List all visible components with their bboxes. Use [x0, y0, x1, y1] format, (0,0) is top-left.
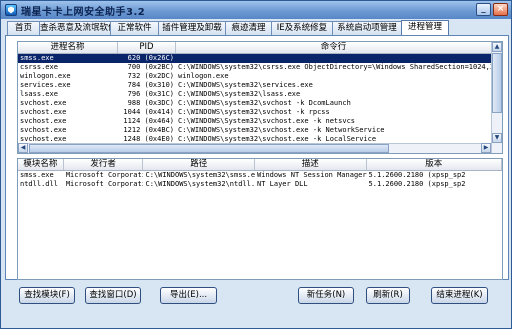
table-cell: 5.1.2600.2180 (xpsp_sp2 [368, 171, 466, 179]
window-title: 瑞星卡卡上网安全助手3.2 [21, 6, 146, 18]
tab-0[interactable]: 首页 [7, 21, 40, 35]
tab-2[interactable]: 正常软件 [110, 21, 159, 35]
tab-3[interactable]: 插件管理及卸载 [158, 21, 226, 35]
process-row[interactable]: winlogon.exe 732 (0x2DC) winlogon.exe [18, 72, 502, 81]
table-cell: 1212 (0x4BC) [123, 126, 174, 134]
find-window-button[interactable]: 查找窗口(D) [85, 287, 141, 304]
process-row[interactable]: svchost.exe1932 (0x78C)C:\WINDOWS\system… [18, 153, 502, 154]
scroll-left-arrow-icon[interactable]: ◀ [18, 143, 28, 153]
export-button[interactable]: 导出(E)... [160, 287, 217, 304]
process-row[interactable]: svchost.exe 1044 (0x414) C:\WINDOWS\system… [18, 108, 502, 117]
table-cell [176, 54, 492, 63]
scroll-thumb[interactable] [29, 144, 389, 153]
table-cell: 1044 (0x414) [123, 108, 174, 116]
table-cell: 620 (0x26C) [127, 54, 174, 62]
table-cell: C:\WINDOWS\system32\svchost -k DcomLaunc… [178, 99, 351, 107]
tab-7[interactable]: 进程管理 [401, 20, 449, 35]
table-cell: svchost.exe [20, 99, 67, 107]
scroll-right-arrow-icon[interactable]: ▶ [481, 143, 491, 153]
table-cell: C:\WINDOWS\system32\smss.exe [145, 171, 256, 179]
process-list-hscroll[interactable]: ◀ ▶ [18, 143, 491, 153]
end-process-button[interactable]: 结束进程(K) [431, 287, 488, 304]
table-cell: lsass.exe [20, 90, 58, 98]
column-header[interactable]: 版本 [367, 159, 502, 170]
table-cell: 796 (0x31C) [127, 90, 174, 98]
minimize-button[interactable]: _ [476, 3, 491, 16]
tab-6[interactable]: 系统启动项管理 [332, 21, 402, 35]
table-cell: C:\WINDOWS\system32\csrss.exe ObjectDire… [178, 63, 492, 71]
table-cell: Microsoft Corporation [65, 180, 144, 188]
module-list-body: smss.exe Microsoft CorporationC:\WINDOWS\… [18, 171, 502, 189]
module-list[interactable]: 模块名称 发行者 路径 描述 版本 smss.exe Microsoft Corporat… [17, 158, 503, 280]
process-row[interactable]: csrss.exe 700 (0x2BC) C:\WINDOWS\system32\… [18, 63, 502, 72]
table-cell: C:\WINDOWS\system32\svchost.exe -k imgsv… [176, 153, 492, 154]
column-header[interactable]: 命令行 [176, 42, 492, 53]
table-cell: 988 (0x3DC) [127, 99, 174, 107]
process-list-body: smss.exe 620 (0x26C) csrss.exe 700 (0x2BC) C… [18, 54, 502, 154]
table-cell: C:\WINDOWS\system32\services.exe [178, 81, 313, 89]
table-cell: services.exe [20, 81, 71, 89]
process-list-vscroll[interactable]: ▲ ▼ [491, 42, 502, 153]
app-logo-icon [5, 4, 17, 16]
table-cell: smss.exe [20, 171, 54, 179]
table-cell: csrss.exe [20, 63, 58, 71]
table-cell: 1124 (0x464) [123, 117, 174, 125]
process-row[interactable]: services.exe 784 (0x310) C:\WINDOWS\system… [18, 81, 502, 90]
new-task-button[interactable]: 新任务(N) [298, 287, 354, 304]
app-window: 瑞星卡卡上网安全助手3.2 _ × 首页 查杀恶意及流氓软件 正常软件 插件管理及卸载… [0, 0, 512, 329]
scroll-thumb[interactable] [492, 53, 502, 113]
module-row[interactable]: smss.exe Microsoft CorporationC:\WINDOWS\… [18, 171, 502, 180]
process-row[interactable]: smss.exe 620 (0x26C) [18, 54, 502, 63]
find-module-button[interactable]: 查找模块(F) [19, 287, 75, 304]
table-cell: C:\WINDOWS\system32\svchost.exe -k Netwo… [178, 126, 385, 134]
column-header[interactable]: 模块名称 [18, 159, 64, 170]
process-list-header: 进程名称 PID 命令行 [18, 42, 502, 54]
scroll-up-arrow-icon[interactable]: ▲ [492, 42, 502, 52]
scroll-down-arrow-icon[interactable]: ▼ [492, 133, 502, 143]
table-cell: C:\WINDOWS\system32\lsass.exe [178, 90, 301, 98]
tab-bar: 首页 查杀恶意及流氓软件 正常软件 插件管理及卸载 痕迹清理 IE及系统修复 系统启动项管理… [7, 20, 507, 35]
close-button[interactable]: × [493, 3, 508, 16]
table-cell: svchost.exe [18, 153, 118, 154]
process-list[interactable]: 进程名称 PID 命令行 smss.exe 620 (0x26C) csrss.exe 7… [17, 41, 503, 154]
table-cell: C:\WINDOWS\system32\ntdll.dll [145, 180, 256, 188]
column-header[interactable]: 发行者 [64, 159, 144, 170]
table-cell: NT Layer DLL [257, 180, 308, 188]
table-cell: 700 (0x2BC) [127, 63, 174, 71]
tab-1[interactable]: 查杀恶意及流氓软件 [39, 21, 111, 35]
table-cell: ntdll.dll [20, 180, 58, 188]
column-header[interactable]: 进程名称 [18, 42, 118, 53]
process-row[interactable]: svchost.exe 1124 (0x464) C:\WINDOWS\System… [18, 117, 502, 126]
title-bar[interactable]: 瑞星卡卡上网安全助手3.2 _ × [1, 1, 511, 19]
column-header[interactable]: 路径 [143, 159, 256, 170]
table-cell: Microsoft Corporation [65, 171, 144, 179]
table-cell: Windows NT Session Manager [257, 171, 367, 179]
table-cell: 5.1.2600.2180 (xpsp_sp2 [368, 180, 466, 188]
refresh-button[interactable]: 刷新(R) [366, 287, 410, 304]
process-row[interactable]: lsass.exe 796 (0x31C) C:\WINDOWS\system32\… [18, 90, 502, 99]
process-row[interactable]: svchost.exe 1212 (0x4BC) C:\WINDOWS\system… [18, 126, 502, 135]
table-cell: 732 (0x2DC) [127, 72, 174, 80]
module-row[interactable]: ntdll.dll Microsoft CorporationC:\WINDOWS… [18, 180, 502, 189]
table-cell: 784 (0x310) [127, 81, 174, 89]
column-header[interactable]: 描述 [255, 159, 367, 170]
table-cell: svchost.exe [20, 117, 67, 125]
tab-5[interactable]: IE及系统修复 [271, 21, 333, 35]
table-cell: C:\WINDOWS\system32\svchost -k rpcss [178, 108, 330, 116]
table-cell: winlogon.exe [20, 72, 71, 80]
column-header[interactable]: PID [118, 42, 176, 53]
tab-4[interactable]: 痕迹清理 [225, 21, 272, 35]
table-cell: svchost.exe [20, 126, 67, 134]
table-cell: C:\WINDOWS\System32\svchost.exe -k netsv… [178, 117, 356, 125]
table-cell: winlogon.exe [178, 72, 229, 80]
table-cell: smss.exe [20, 54, 54, 62]
table-cell: svchost.exe [20, 108, 67, 116]
table-cell: 1932 (0x78C) [118, 153, 176, 154]
module-list-header: 模块名称 发行者 路径 描述 版本 [18, 159, 502, 171]
process-row[interactable]: svchost.exe 988 (0x3DC) C:\WINDOWS\system3… [18, 99, 502, 108]
